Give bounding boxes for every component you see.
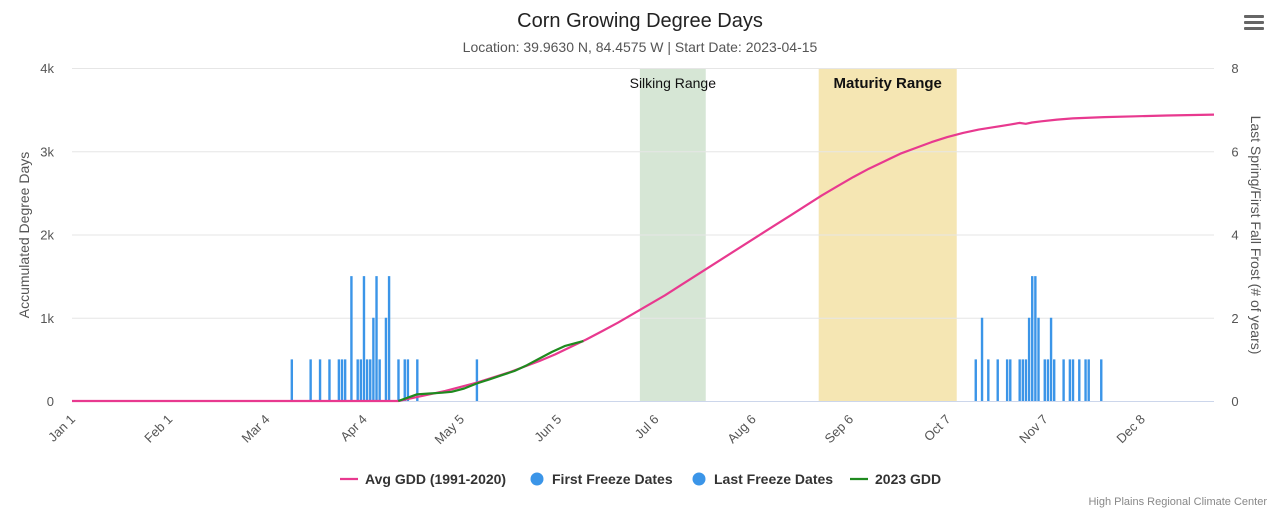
freeze-column[interactable]: [1046, 359, 1050, 401]
freeze-column[interactable]: [1071, 359, 1075, 401]
legend-label: First Freeze Dates: [552, 471, 673, 487]
x-tick-label: May 5: [432, 412, 468, 448]
freeze-column[interactable]: [1018, 359, 1021, 401]
y-right-tick-label: 6: [1231, 144, 1238, 159]
freeze-column[interactable]: [356, 359, 359, 401]
series-line-2023-gdd[interactable]: [397, 340, 584, 403]
freeze-column[interactable]: [403, 359, 406, 401]
x-tick-label: Jun 5: [531, 412, 564, 445]
freeze-column[interactable]: [290, 359, 294, 401]
x-tick-label: Dec 8: [1113, 412, 1148, 447]
y-left-tick-label: 4k: [40, 61, 54, 76]
freeze-column[interactable]: [1009, 359, 1012, 401]
freeze-column[interactable]: [340, 359, 344, 401]
freeze-column[interactable]: [397, 359, 400, 401]
freeze-column[interactable]: [375, 276, 378, 401]
legend-dot-icon: [530, 472, 544, 486]
freeze-column[interactable]: [1049, 317, 1053, 401]
freeze-column[interactable]: [1021, 359, 1025, 401]
y-left-tick-label: 3k: [40, 144, 54, 159]
freeze-column[interactable]: [1043, 359, 1046, 401]
y-right-tick-label: 0: [1231, 394, 1238, 409]
x-tick-label: Sep 6: [822, 412, 857, 447]
freeze-column[interactable]: [365, 359, 369, 401]
band-label: Maturity Range: [834, 75, 942, 92]
freeze-column[interactable]: [1027, 317, 1031, 401]
freeze-column[interactable]: [1052, 359, 1056, 401]
y-right-tick-label: 4: [1231, 228, 1238, 243]
freeze-column[interactable]: [350, 276, 353, 401]
freeze-column[interactable]: [1078, 359, 1081, 401]
freeze-column[interactable]: [359, 359, 363, 401]
legend-label: 2023 GDD: [875, 471, 941, 487]
x-tick-label: Jan 1: [45, 412, 78, 445]
freeze-column[interactable]: [1087, 359, 1090, 401]
freeze-column[interactable]: [1037, 317, 1040, 401]
x-tick-label: Aug 6: [724, 412, 759, 447]
freeze-column[interactable]: [378, 359, 381, 401]
freeze-column[interactable]: [328, 359, 331, 401]
chart-title: Corn Growing Degree Days: [517, 10, 763, 32]
y-axis-right-ticks: 0 2 4 6 8: [1231, 61, 1238, 409]
freeze-column[interactable]: [475, 359, 479, 401]
y-right-tick-label: 2: [1231, 311, 1238, 326]
freeze-column[interactable]: [318, 359, 322, 401]
x-tick-label: Feb 1: [141, 412, 175, 446]
band-labels: Silking Range Maturity Range: [630, 75, 942, 92]
freeze-column[interactable]: [987, 359, 990, 401]
freeze-column[interactable]: [309, 359, 312, 401]
legend-item[interactable]: 2023 GDD: [850, 471, 941, 487]
freeze-column[interactable]: [372, 317, 375, 401]
legend-item[interactable]: Avg GDD (1991-2020): [340, 471, 506, 487]
legend-label: Avg GDD (1991-2020): [365, 471, 506, 487]
x-tick-label: Jul 6: [632, 412, 662, 442]
x-tick-label: Oct 7: [921, 412, 954, 445]
x-tick-label: Mar 4: [239, 412, 273, 446]
freeze-column[interactable]: [1031, 276, 1034, 401]
x-axis-ticks: Jan 1 Feb 1 Mar 4 Apr 4 May 5 Jun 5 Jul 6 Aug 6…: [45, 412, 1148, 448]
y-left-tick-label: 1k: [40, 311, 54, 326]
y-axis-left-title: Accumulated Degree Days: [16, 152, 32, 319]
legend-item[interactable]: Last Freeze Dates: [692, 471, 834, 487]
freeze-column[interactable]: [406, 359, 410, 401]
legend-item[interactable]: First Freeze Dates: [530, 471, 673, 487]
y-left-tick-label: 0: [47, 394, 54, 409]
x-tick-label: Apr 4: [337, 412, 370, 445]
y-axis-right-title: Last Spring/First Fall Frost (# of years…: [1248, 116, 1264, 355]
freeze-column[interactable]: [369, 359, 372, 401]
chart-svg: Silking Range Maturity Range Jan 1 Feb 1 Ma…: [16, 10, 1267, 508]
freeze-column[interactable]: [362, 276, 366, 401]
credits[interactable]: High Plains Regional Climate Center: [1088, 496, 1267, 508]
x-tick-label: Nov 7: [1016, 412, 1051, 447]
freeze-column[interactable]: [1005, 359, 1009, 401]
freeze-column[interactable]: [1062, 359, 1065, 401]
freeze-column[interactable]: [974, 359, 977, 401]
freeze-column[interactable]: [996, 359, 999, 401]
freeze-column[interactable]: [343, 359, 347, 401]
freeze-column[interactable]: [1100, 359, 1103, 401]
freeze-column[interactable]: [1024, 359, 1028, 401]
freeze-column[interactable]: [1068, 359, 1072, 401]
chart-subtitle: Location: 39.9630 N, 84.4575 W | Start D…: [463, 39, 818, 55]
freeze-column[interactable]: [384, 317, 388, 401]
band-label: Silking Range: [630, 75, 717, 91]
freeze-column[interactable]: [1084, 359, 1087, 401]
hamburger-menu-icon[interactable]: [1244, 15, 1264, 30]
freeze-column[interactable]: [1034, 276, 1037, 401]
freeze-column[interactable]: [387, 276, 391, 401]
y-right-tick-label: 8: [1231, 61, 1238, 76]
legend-dot-icon: [692, 472, 706, 486]
freeze-column[interactable]: [980, 317, 984, 401]
y-axis-left-ticks: 0 1k 2k 3k 4k: [40, 61, 54, 409]
legend: Avg GDD (1991-2020) First Freeze Dates Las…: [340, 471, 941, 487]
freeze-column[interactable]: [337, 359, 341, 401]
y-left-tick-label: 2k: [40, 228, 54, 243]
legend-label: Last Freeze Dates: [714, 471, 833, 487]
